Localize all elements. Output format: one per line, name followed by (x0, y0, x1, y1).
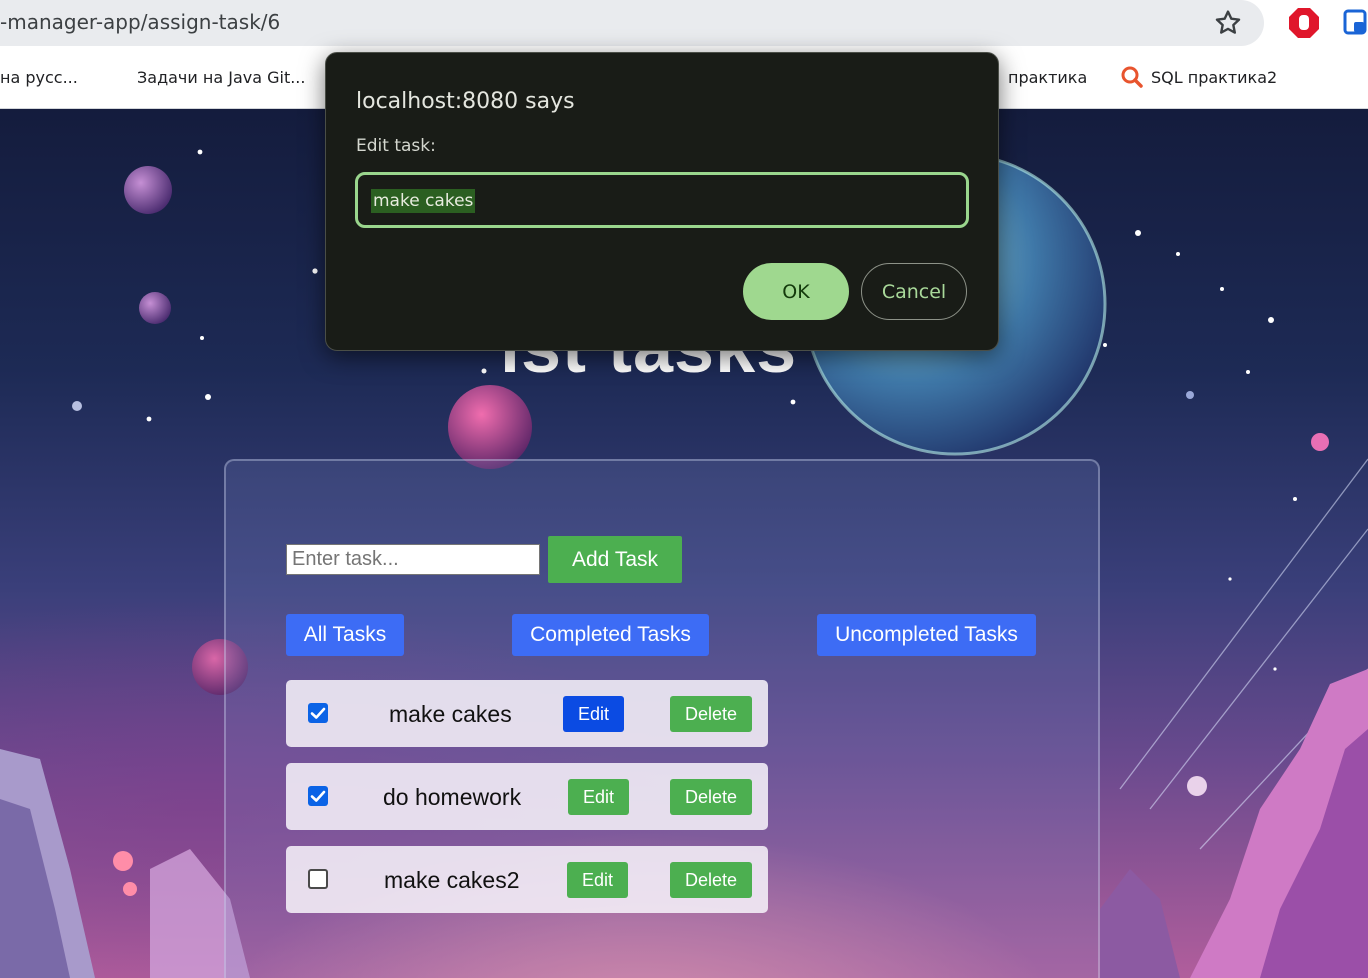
task-input[interactable] (286, 544, 540, 575)
delete-button[interactable]: Delete (670, 862, 752, 898)
bookmark-item[interactable]: SQL практика2 (1151, 68, 1277, 87)
dialog-input[interactable]: make cakes (355, 172, 969, 228)
dialog-title: localhost:8080 says (356, 89, 575, 114)
task-checkbox-checked[interactable] (308, 786, 328, 806)
address-bar[interactable]: -manager-app/assign-task/6 (0, 0, 1264, 46)
delete-button[interactable]: Delete (670, 696, 752, 732)
task-text: make cakes (389, 701, 512, 727)
task-checkbox-unchecked[interactable] (308, 869, 328, 889)
adblock-extension-icon[interactable] (1287, 6, 1321, 40)
magnifier-icon (1121, 66, 1143, 88)
task-text: do homework (383, 784, 522, 810)
edit-button[interactable]: Edit (568, 779, 629, 815)
address-bar-url[interactable]: -manager-app/assign-task/6 (0, 10, 280, 34)
ok-button[interactable]: OK (743, 263, 849, 320)
extension-icon[interactable] (1342, 8, 1368, 38)
browser-toolbar: -manager-app/assign-task/6 (0, 0, 1368, 50)
dialog-label: Edit task: (356, 136, 436, 156)
bookmark-item[interactable]: на русс... (0, 68, 78, 87)
task-text: make cakes2 (384, 867, 520, 893)
all-tasks-button[interactable]: All Tasks (286, 614, 404, 656)
bookmark-item[interactable]: практика (1008, 68, 1087, 87)
completed-tasks-button[interactable]: Completed Tasks (512, 614, 709, 656)
bookmark-item[interactable]: Задачи на Java Git... (137, 68, 305, 87)
task-checkbox-checked[interactable] (308, 703, 328, 723)
task-row: make cakes Edit Delete (286, 680, 768, 747)
edit-button[interactable]: Edit (567, 862, 628, 898)
cancel-button[interactable]: Cancel (861, 263, 967, 320)
task-row: make cakes2 Edit Delete (286, 846, 768, 913)
edit-task-dialog: localhost:8080 says Edit task: make cake… (325, 52, 999, 351)
delete-button[interactable]: Delete (670, 779, 752, 815)
bookmark-star-icon[interactable] (1212, 7, 1244, 39)
add-task-button[interactable]: Add Task (548, 536, 682, 583)
checkmark-icon (310, 707, 326, 719)
uncompleted-tasks-button[interactable]: Uncompleted Tasks (817, 614, 1036, 656)
task-row: do homework Edit Delete (286, 763, 768, 830)
edit-button[interactable]: Edit (563, 696, 624, 732)
checkmark-icon (310, 790, 326, 802)
dialog-input-selected-text[interactable]: make cakes (371, 189, 476, 213)
